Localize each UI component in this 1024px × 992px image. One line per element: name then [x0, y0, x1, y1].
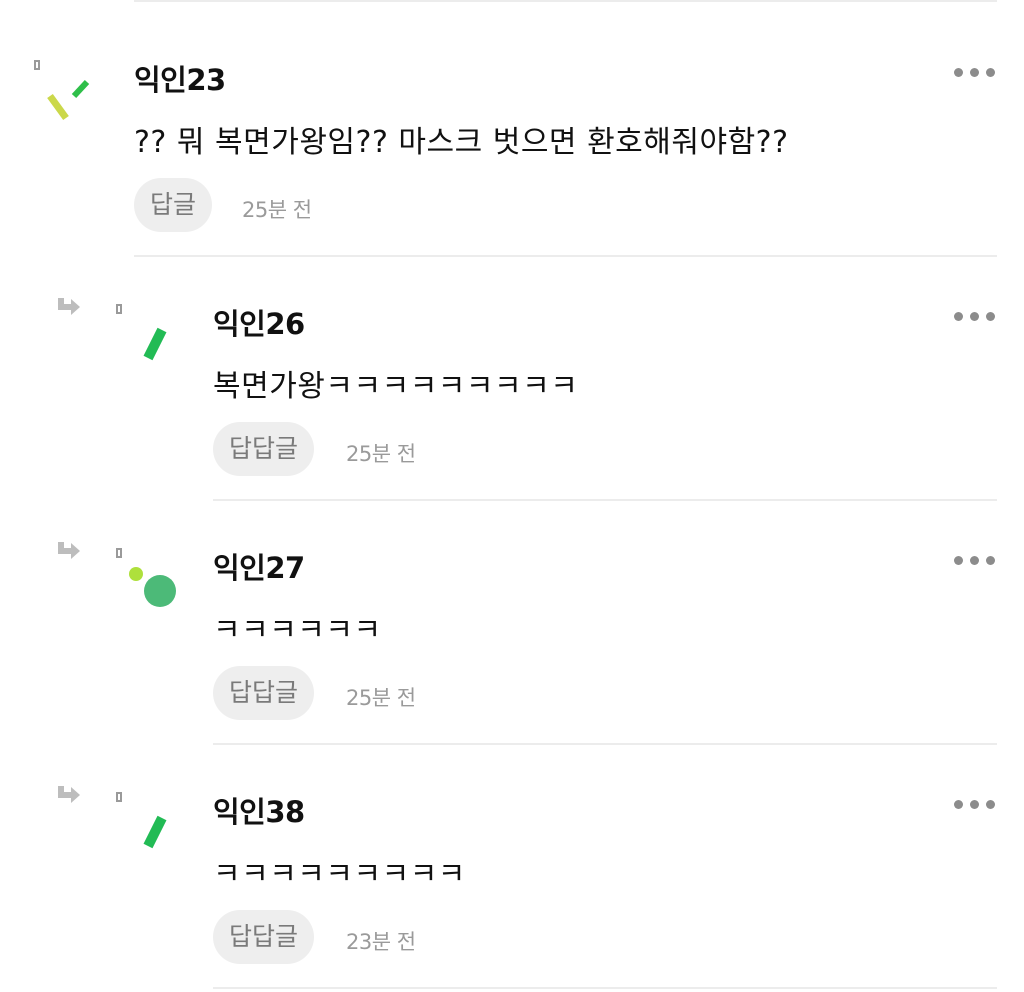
comment-divider — [134, 255, 997, 257]
green-circle-avatar-icon — [129, 567, 176, 607]
badge-icon — [34, 60, 40, 70]
more-options-icon[interactable] — [954, 310, 996, 322]
more-options-icon[interactable] — [954, 66, 996, 78]
reply-arrow-icon — [58, 786, 80, 803]
comment-divider — [213, 743, 997, 745]
comment-author[interactable]: 익인23 — [134, 57, 226, 99]
reply-button[interactable]: 답답글 — [213, 666, 315, 720]
more-options-icon[interactable] — [954, 798, 996, 810]
comment-time: 25분 전 — [346, 686, 416, 710]
comment-text: ㅋㅋㅋㅋㅋㅋㅋㅋㅋ — [213, 857, 466, 892]
comment-text: 복면가왕ㅋㅋㅋㅋㅋㅋㅋㅋㅋ — [213, 369, 579, 404]
top-divider — [134, 0, 997, 2]
comment-divider — [213, 499, 997, 501]
comment-text: ?? 뭐 복면가왕임?? 마스크 벗으면 환호해줘야함?? — [134, 125, 789, 160]
reply-button[interactable]: 답답글 — [213, 910, 315, 964]
reply-arrow-icon — [58, 542, 80, 559]
comment-author[interactable]: 익인38 — [213, 789, 305, 831]
yellow-green-dashes-avatar-icon — [47, 79, 90, 121]
more-options-icon[interactable] — [954, 554, 996, 566]
comment-text: ㅋㅋㅋㅋㅋㅋ — [213, 613, 382, 648]
reply-button[interactable]: 답글 — [134, 178, 213, 232]
comment-time: 25분 전 — [346, 442, 416, 466]
comment-author[interactable]: 익인26 — [213, 301, 305, 343]
badge-icon — [116, 792, 122, 802]
badge-icon — [116, 548, 122, 558]
comment-author[interactable]: 익인27 — [213, 545, 305, 587]
comment-divider — [213, 987, 997, 989]
reply-arrow-icon — [58, 298, 80, 315]
green-slash-avatar-icon — [143, 327, 167, 361]
comment-time: 25분 전 — [242, 198, 312, 222]
badge-icon — [116, 304, 122, 314]
green-slash-avatar-icon — [143, 815, 167, 849]
comment-time: 23분 전 — [346, 930, 416, 954]
reply-button[interactable]: 답답글 — [213, 422, 315, 476]
